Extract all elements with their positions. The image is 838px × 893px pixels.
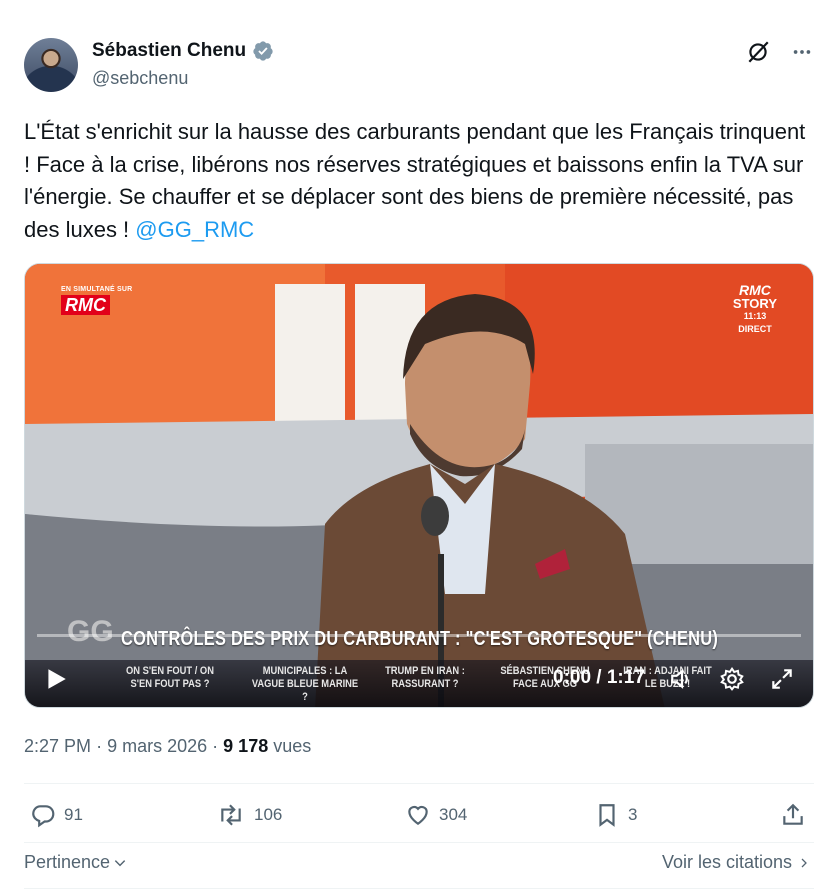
grok-glyph-icon [748, 41, 769, 63]
show-logo: GG [67, 615, 114, 648]
author-avatar[interactable] [24, 38, 78, 92]
tweet-time[interactable]: 2:27 PM [24, 736, 91, 756]
settings-gear-icon[interactable] [719, 666, 745, 692]
author-name[interactable]: Sébastien Chenu [92, 40, 246, 62]
view-quotes-link[interactable]: Voir les citations [662, 852, 810, 873]
share-icon [783, 803, 803, 825]
video-player[interactable]: EN SIMULTANÉ SUR RMC RMC STORY 11:13 DIR… [24, 263, 814, 708]
sort-label: Pertinence [24, 852, 111, 872]
chevron-down-icon [114, 859, 126, 866]
ticker-item: MUNICIPALES : LA VAGUE BLEUE MARINE ? [251, 665, 359, 703]
author-handle[interactable]: @sebchenu [92, 68, 188, 89]
more-options-icon[interactable] [788, 38, 816, 66]
tweet-meta: 2:27 PM · 9 mars 2026 · 9 178 vues [24, 736, 311, 757]
reply-icon [32, 805, 55, 828]
tweet-text: L'État s'enrichit sur la hausse des carb… [24, 116, 814, 246]
sort-dropdown[interactable]: Pertinence [24, 852, 127, 873]
quotes-label: Voir les citations [661, 852, 792, 872]
bookmark-button[interactable]: 3 [594, 802, 637, 828]
grok-icon[interactable] [744, 38, 772, 66]
tweet-date[interactable]: 9 mars 2026 [107, 736, 207, 756]
chevron-right-icon [801, 858, 807, 867]
channel-subname: STORY [732, 296, 777, 311]
like-count: 304 [439, 805, 468, 824]
volume-icon[interactable] [669, 666, 695, 692]
divider [24, 783, 814, 784]
channel-clock: 11:13 [743, 311, 767, 321]
ellipsis-icon [793, 50, 811, 54]
views-count: 9 178 [223, 736, 269, 756]
heart-icon [408, 805, 428, 825]
action-bar: 91 106 304 3 [24, 802, 814, 838]
channel-bug: RMC STORY 11:13 DIRECT [732, 283, 777, 336]
repost-button[interactable]: 106 [216, 802, 282, 828]
channel-live: DIRECT [738, 324, 772, 334]
bookmark-icon [599, 804, 615, 827]
play-icon[interactable] [43, 666, 69, 692]
share-button[interactable] [780, 802, 806, 828]
video-time: 0:00 / 1:17 [553, 667, 645, 688]
divider [24, 888, 814, 889]
repost-count: 106 [254, 805, 283, 824]
verified-badge-icon [253, 41, 273, 61]
meta-separator: · [212, 736, 219, 756]
ticker-item: TRUMP EN IRAN : RASSURANT ? [385, 665, 465, 690]
views-label: vues [273, 736, 312, 756]
fullscreen-icon[interactable] [769, 666, 795, 692]
mention-link[interactable]: @GG_RMC [135, 217, 254, 242]
repost-icon [221, 804, 241, 826]
video-headline: CONTRÔLES DES PRIX DU CARBURANT : "C'EST… [121, 628, 719, 650]
reply-count: 91 [64, 805, 83, 824]
progress-bar[interactable] [37, 634, 801, 637]
simulcast-label: EN SIMULTANÉ SUR [61, 286, 133, 293]
ticker-item: ON S'EN FOUT / ON S'EN FOUT PAS ? [126, 665, 214, 690]
like-button[interactable]: 304 [405, 802, 467, 828]
divider [24, 842, 814, 843]
meta-separator: · [96, 736, 103, 756]
bookmark-count: 3 [628, 805, 638, 824]
rmc-logo: RMC [61, 295, 110, 315]
rmc-simulcast-badge: EN SIMULTANÉ SUR RMC [61, 286, 132, 316]
reply-button[interactable]: 91 [30, 802, 83, 828]
